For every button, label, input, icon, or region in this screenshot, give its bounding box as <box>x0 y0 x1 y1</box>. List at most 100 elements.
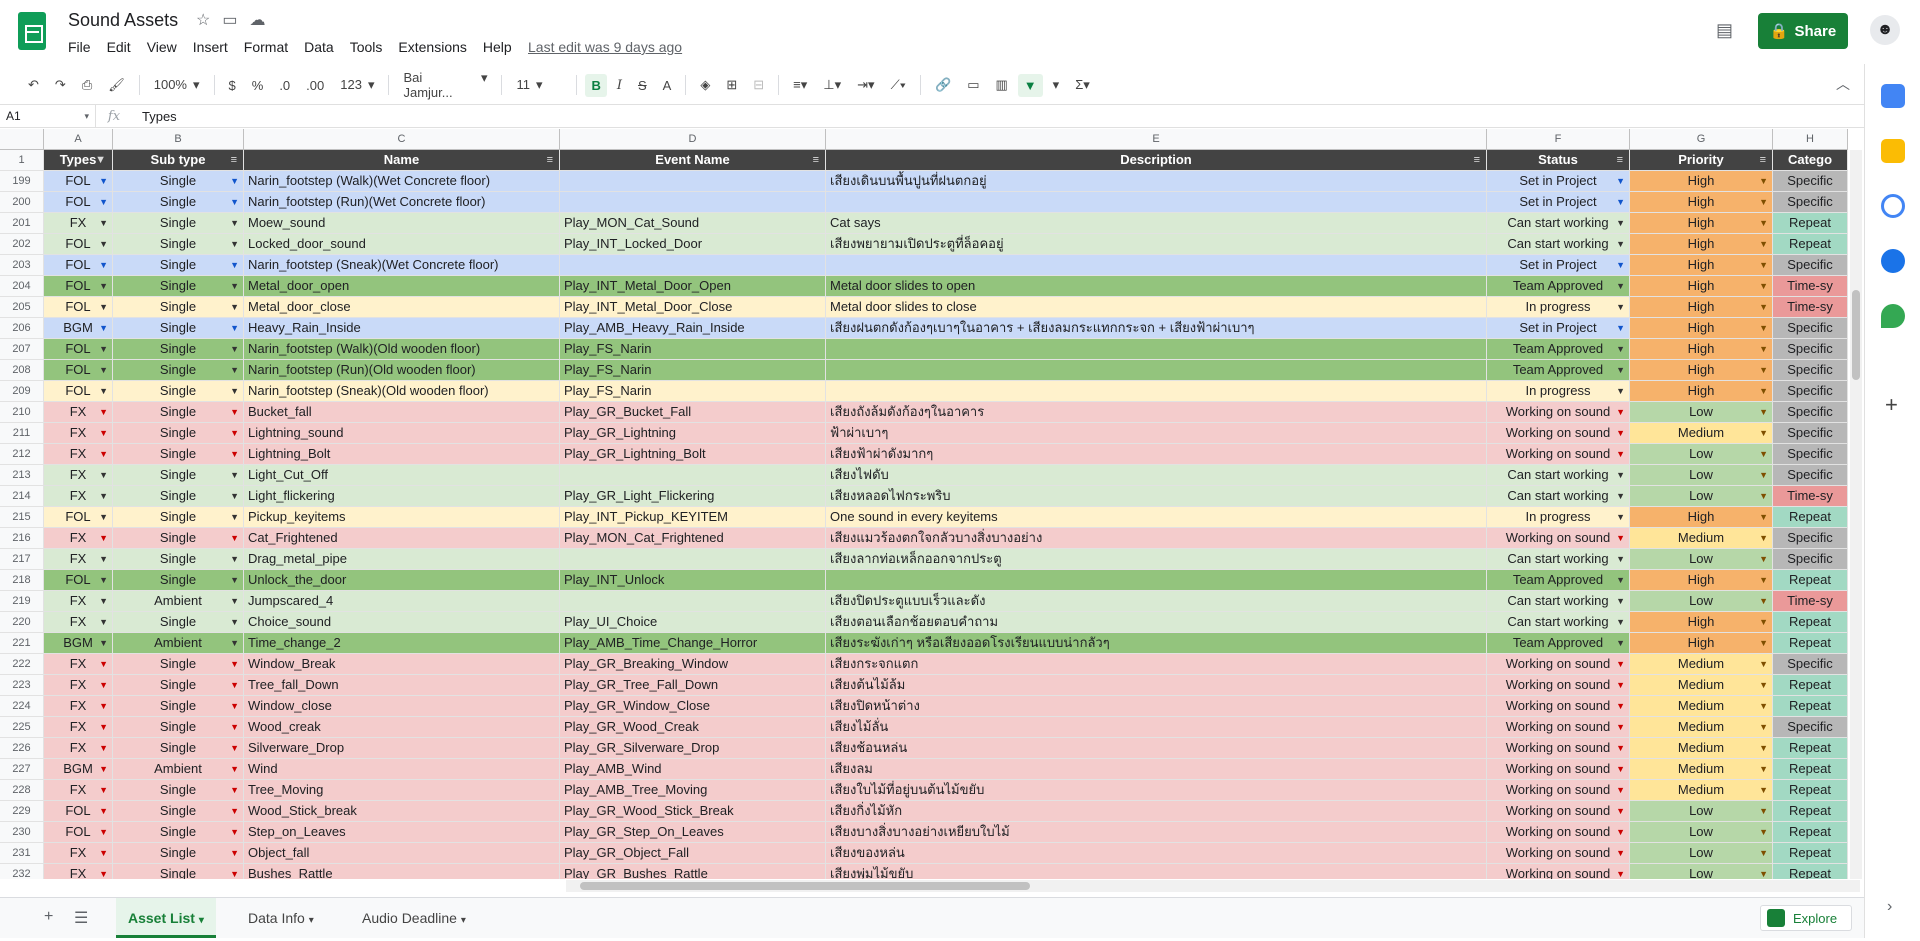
dropdown-chevron-icon[interactable]: ▼ <box>1759 339 1768 359</box>
status-cell[interactable]: Team Approved ▼ <box>1487 276 1630 297</box>
formula-input[interactable]: Types <box>132 109 177 124</box>
status-cell[interactable]: Team Approved ▼ <box>1487 633 1630 654</box>
row-number[interactable]: 232 <box>0 864 44 879</box>
sub-cell[interactable]: Single ▼ <box>113 654 244 675</box>
dropdown-chevron-icon[interactable]: ▼ <box>99 570 108 590</box>
dropdown-chevron-icon[interactable]: ▼ <box>99 864 108 879</box>
dropdown-chevron-icon[interactable]: ▼ <box>99 738 108 758</box>
move-folder-icon[interactable]: ▭ <box>222 10 237 30</box>
dropdown-chevron-icon[interactable]: ▼ <box>1759 864 1768 879</box>
menu-edit[interactable]: Edit <box>99 37 139 57</box>
desc-cell[interactable]: เสียงถังล้มดังก้องๆในอาคาร <box>826 402 1487 423</box>
sub-cell[interactable]: Single ▼ <box>113 675 244 696</box>
row-number[interactable]: 229 <box>0 801 44 822</box>
column-header[interactable]: B <box>113 129 244 150</box>
name-cell[interactable]: Lightning_Bolt <box>244 444 560 465</box>
priority-cell[interactable]: Low ▼ <box>1630 864 1773 879</box>
name-cell[interactable]: Metal_door_close <box>244 297 560 318</box>
dropdown-chevron-icon[interactable]: ▼ <box>230 255 239 275</box>
desc-cell[interactable]: เสียงบางสิ่งบางอย่างเหยียบใบไม้ <box>826 822 1487 843</box>
sub-cell[interactable]: Single ▼ <box>113 507 244 528</box>
dropdown-chevron-icon[interactable]: ▼ <box>1616 507 1625 527</box>
dropdown-chevron-icon[interactable]: ▼ <box>99 171 108 191</box>
dropdown-chevron-icon[interactable]: ▼ <box>230 843 239 863</box>
dropdown-chevron-icon[interactable]: ▼ <box>99 843 108 863</box>
desc-cell[interactable]: One sound in every keyitems <box>826 507 1487 528</box>
sub-cell[interactable]: Single ▼ <box>113 717 244 738</box>
status-cell[interactable]: Working on sound ▼ <box>1487 738 1630 759</box>
status-cell[interactable]: In progress ▼ <box>1487 297 1630 318</box>
category-cell[interactable]: Specific <box>1773 171 1848 192</box>
category-cell[interactable]: Repeat <box>1773 738 1848 759</box>
zoom-select[interactable]: 100% ▾ <box>148 73 206 97</box>
sub-cell[interactable]: Single ▼ <box>113 402 244 423</box>
name-cell[interactable]: Lightning_sound <box>244 423 560 444</box>
priority-cell[interactable]: High ▼ <box>1630 171 1773 192</box>
priority-cell[interactable]: Medium ▼ <box>1630 738 1773 759</box>
dropdown-chevron-icon[interactable]: ▼ <box>1759 570 1768 590</box>
dropdown-chevron-icon[interactable]: ▼ <box>230 738 239 758</box>
name-cell[interactable]: Narin_footstep (Sneak)(Old wooden floor) <box>244 381 560 402</box>
type-cell[interactable]: FX ▼ <box>44 780 113 801</box>
desc-cell[interactable]: เสียงกิ่งไม้หัก <box>826 801 1487 822</box>
status-cell[interactable]: Can start working ▼ <box>1487 465 1630 486</box>
event-cell[interactable]: Play_INT_Unlock <box>560 570 826 591</box>
menu-data[interactable]: Data <box>296 37 342 57</box>
row-number[interactable]: 202 <box>0 234 44 255</box>
priority-cell[interactable]: High ▼ <box>1630 192 1773 213</box>
dropdown-chevron-icon[interactable]: ▼ <box>230 339 239 359</box>
dropdown-chevron-icon[interactable]: ▼ <box>1759 822 1768 842</box>
row-number[interactable]: 223 <box>0 675 44 696</box>
dropdown-chevron-icon[interactable]: ▼ <box>1616 801 1625 821</box>
priority-cell[interactable]: Low ▼ <box>1630 402 1773 423</box>
status-cell[interactable]: Can start working ▼ <box>1487 591 1630 612</box>
dropdown-chevron-icon[interactable]: ▼ <box>230 759 239 779</box>
dropdown-chevron-icon[interactable]: ▼ <box>1616 297 1625 317</box>
filter-button-icon[interactable]: ≡ <box>1760 150 1766 170</box>
category-cell[interactable]: Repeat <box>1773 864 1848 879</box>
dropdown-chevron-icon[interactable]: ▼ <box>1759 843 1768 863</box>
row-number[interactable]: 225 <box>0 717 44 738</box>
event-cell[interactable] <box>560 465 826 486</box>
type-cell[interactable]: BGM ▼ <box>44 318 113 339</box>
row-number[interactable]: 217 <box>0 549 44 570</box>
category-cell[interactable]: Repeat <box>1773 234 1848 255</box>
sub-cell[interactable]: Single ▼ <box>113 234 244 255</box>
merge-cells-icon[interactable]: ⊟ <box>747 73 770 97</box>
dropdown-chevron-icon[interactable]: ▼ <box>1759 591 1768 611</box>
priority-cell[interactable]: Low ▼ <box>1630 591 1773 612</box>
vertical-align-icon[interactable]: ⊥▾ <box>817 73 847 97</box>
menu-tools[interactable]: Tools <box>342 37 391 57</box>
status-cell[interactable]: Working on sound ▼ <box>1487 759 1630 780</box>
category-cell[interactable]: Repeat <box>1773 696 1848 717</box>
priority-cell[interactable]: High ▼ <box>1630 297 1773 318</box>
dropdown-chevron-icon[interactable]: ▼ <box>99 192 108 212</box>
column-header[interactable]: D <box>560 129 826 150</box>
event-cell[interactable]: Play_UI_Choice <box>560 612 826 633</box>
dropdown-chevron-icon[interactable]: ▼ <box>230 612 239 632</box>
type-cell[interactable]: FX ▼ <box>44 696 113 717</box>
dropdown-chevron-icon[interactable]: ▼ <box>1759 423 1768 443</box>
status-cell[interactable]: Working on sound ▼ <box>1487 864 1630 879</box>
dropdown-chevron-icon[interactable]: ▼ <box>99 297 108 317</box>
italic-icon[interactable]: I <box>611 74 628 97</box>
sub-cell[interactable]: Single ▼ <box>113 339 244 360</box>
status-cell[interactable]: Team Approved ▼ <box>1487 339 1630 360</box>
name-cell[interactable]: Light_flickering <box>244 486 560 507</box>
sub-cell[interactable]: Single ▼ <box>113 801 244 822</box>
horizontal-scrollbar[interactable] <box>566 880 1860 892</box>
dropdown-chevron-icon[interactable]: ▼ <box>1616 738 1625 758</box>
name-cell[interactable]: Metal_door_open <box>244 276 560 297</box>
event-cell[interactable]: Play_FS_Narin <box>560 381 826 402</box>
row-number[interactable]: 215 <box>0 507 44 528</box>
category-cell[interactable]: Specific <box>1773 549 1848 570</box>
name-cell[interactable]: Heavy_Rain_Inside <box>244 318 560 339</box>
sheets-logo-icon[interactable] <box>18 12 46 50</box>
dropdown-chevron-icon[interactable]: ▼ <box>230 234 239 254</box>
priority-cell[interactable]: Medium ▼ <box>1630 759 1773 780</box>
status-cell[interactable]: In progress ▼ <box>1487 507 1630 528</box>
sub-cell[interactable]: Single ▼ <box>113 549 244 570</box>
sub-cell[interactable]: Ambient ▼ <box>113 633 244 654</box>
status-cell[interactable]: Working on sound ▼ <box>1487 717 1630 738</box>
header-cell[interactable]: Name ≡ <box>244 150 560 171</box>
